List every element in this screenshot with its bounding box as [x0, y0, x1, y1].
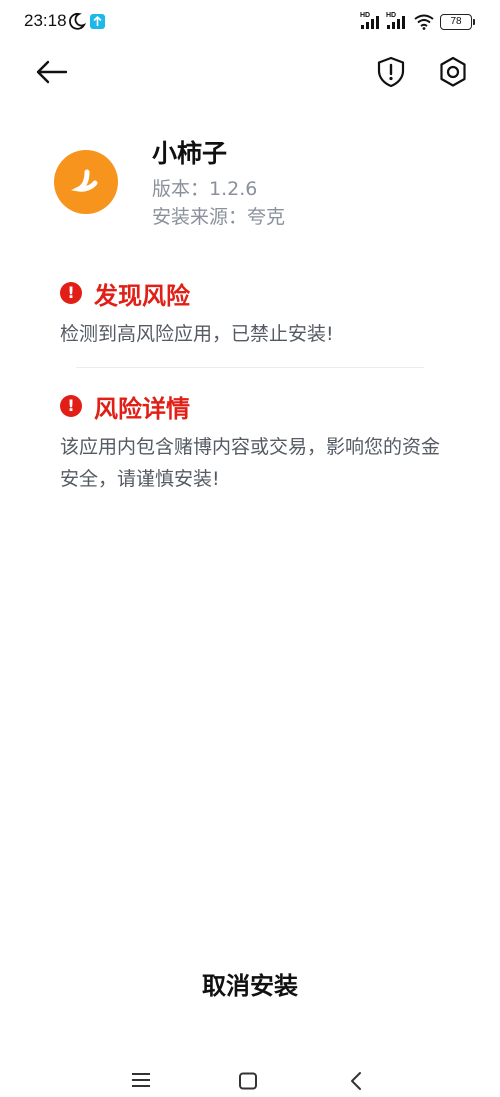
app-icon	[54, 150, 118, 214]
security-button[interactable]	[376, 56, 406, 88]
back-icon[interactable]	[346, 1070, 366, 1092]
alert-icon: !	[60, 282, 82, 304]
risk-details-message: 该应用内包含赌博内容或交易，影响您的资金安全，请谨慎安装!	[60, 436, 441, 490]
cancel-install-button[interactable]: 取消安装	[0, 962, 500, 1010]
status-time: 23:18	[24, 11, 67, 30]
status-bar: 23:18 HD HD 78	[0, 0, 500, 44]
battery-level: 78	[450, 16, 462, 27]
risk-found-message: 检测到高风险应用，已禁止安装!	[60, 323, 334, 345]
moon-icon	[69, 12, 86, 30]
back-button[interactable]	[34, 56, 70, 88]
signal-icon: HD	[386, 12, 410, 30]
back-arrow-icon	[36, 60, 68, 84]
risk-found-title: 发现风险	[94, 281, 190, 310]
home-icon[interactable]	[238, 1072, 258, 1090]
app-version: 版本：1.2.6	[152, 178, 258, 200]
system-nav-bar	[0, 1060, 500, 1097]
alert-icon: !	[60, 395, 82, 417]
shield-alert-icon	[377, 56, 405, 88]
menu-icon[interactable]	[130, 1070, 152, 1090]
risk-found-heading: ! 发现风险	[60, 277, 190, 310]
persimmon-logo-icon	[71, 169, 98, 192]
wifi-icon	[414, 14, 434, 30]
settings-button[interactable]	[437, 55, 469, 89]
app-notification-icon	[90, 14, 105, 29]
app-name: 小柿子	[152, 139, 228, 168]
battery-icon: 78	[440, 14, 475, 30]
signal-icon: HD	[360, 12, 384, 30]
risk-details-heading: ! 风险详情	[60, 390, 190, 423]
risk-details-title: 风险详情	[94, 394, 190, 423]
divider	[76, 367, 424, 368]
settings-gear-icon	[440, 56, 466, 87]
install-source: 安装来源：夸克	[152, 206, 286, 228]
